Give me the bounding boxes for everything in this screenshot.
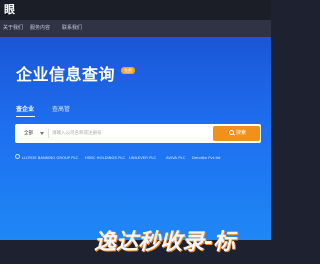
search-icon (229, 130, 234, 135)
search-input[interactable] (52, 127, 202, 140)
hero-section: 企业信息查询 免费 查企业 查高管 全部 搜索 LLOYDS BANKING G… (0, 37, 271, 240)
nav-item-contact[interactable]: 联系我们 (62, 25, 82, 32)
hot-search-icon (15, 154, 20, 159)
search-scope-select[interactable]: 全部 (24, 130, 33, 137)
active-tab-indicator (16, 116, 35, 117)
tab-executive[interactable]: 查高管 (52, 106, 70, 114)
search-button[interactable]: 搜索 (213, 126, 260, 141)
tab-company[interactable]: 查企业 (16, 106, 34, 114)
free-badge: 免费 (121, 67, 135, 74)
nav-item-about[interactable]: 关于我们 (3, 25, 23, 32)
suggestion-link[interactable]: HSBC HOLDINGS PLC (85, 155, 125, 160)
suggestion-link[interactable]: Deloitte Pvt.ltd (192, 155, 220, 160)
suggestion-link[interactable]: AVIVA PLC (166, 155, 185, 160)
watermark: 逸达秒收录-标 (94, 230, 236, 255)
chevron-down-icon[interactable] (40, 132, 44, 135)
search-button-label: 搜索 (236, 130, 247, 136)
search-divider (48, 129, 49, 138)
main-nav: 关于我们 服务内容 联系我们 (0, 20, 271, 37)
top-bar: 眼 (0, 0, 271, 20)
suggestion-link[interactable]: LLOYDS BANKING GROUP PLC (22, 155, 78, 160)
page-title: 企业信息查询 (16, 65, 116, 84)
search-bar: 全部 搜索 (15, 124, 261, 143)
suggestion-link[interactable]: UNILEVER PLC (129, 155, 156, 160)
nav-item-services[interactable]: 服务内容 (30, 25, 50, 32)
site-logo[interactable]: 眼 (4, 3, 15, 17)
